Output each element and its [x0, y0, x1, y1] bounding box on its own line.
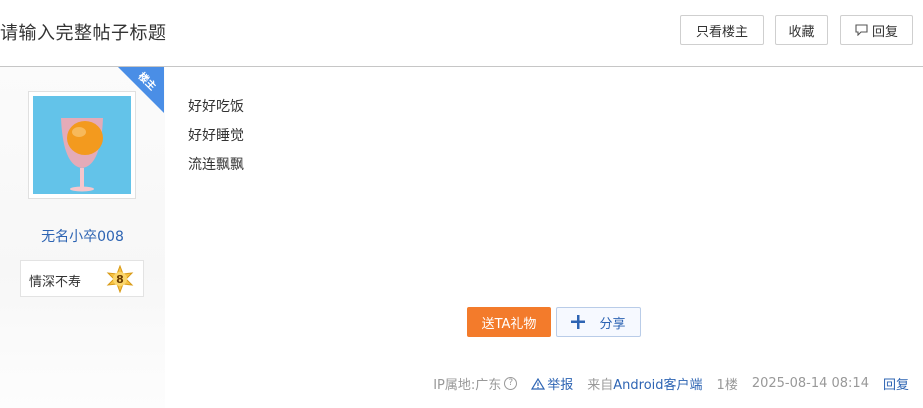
warning-icon	[531, 377, 546, 390]
level-badge[interactable]: 情深不寿 8	[20, 260, 144, 297]
post-header: 请输入完整帖子标题 只看楼主 收藏 回复	[0, 0, 923, 67]
only-op-button[interactable]: 只看楼主	[680, 15, 764, 45]
report-link[interactable]: 举报	[531, 374, 573, 393]
level-number: 8	[116, 273, 124, 286]
reply-button[interactable]: 回复	[840, 15, 913, 45]
footer-reply-link[interactable]: 回复	[883, 374, 909, 393]
favorite-button[interactable]: 收藏	[775, 15, 828, 45]
post-line: 好好吃饭	[188, 99, 244, 115]
send-gift-button[interactable]: 送TA礼物	[467, 307, 551, 337]
post-footer: IP属地:广东 ? 举报 来自 Android客户端 1楼 2025-08-14…	[433, 374, 909, 393]
level-name: 情深不寿	[29, 275, 82, 290]
share-plus-icon	[571, 315, 586, 329]
avatar[interactable]	[28, 91, 136, 199]
ip-location: IP属地:广东	[433, 378, 502, 393]
share-button-label: 分享	[599, 316, 626, 332]
comment-icon	[855, 24, 868, 36]
post-title: 请输入完整帖子标题	[0, 23, 167, 44]
reply-button-label: 回复	[871, 24, 898, 40]
post-content: 好好吃饭 好好睡觉 流连飘飘	[188, 96, 244, 183]
share-button[interactable]: 分享	[556, 307, 641, 337]
help-icon[interactable]: ?	[504, 377, 518, 390]
from-prefix: 来自	[587, 378, 614, 393]
report-label: 举报	[547, 378, 574, 393]
floor-number: 1楼	[716, 378, 738, 393]
post-line: 流连飘飘	[188, 157, 244, 173]
author-username[interactable]: 无名小卒008	[0, 226, 165, 246]
avatar-image	[33, 96, 131, 194]
post-line: 好好睡觉	[188, 128, 244, 144]
client-link[interactable]: Android客户端	[613, 374, 702, 393]
post-datetime: 2025-08-14 08:14	[751, 376, 869, 391]
